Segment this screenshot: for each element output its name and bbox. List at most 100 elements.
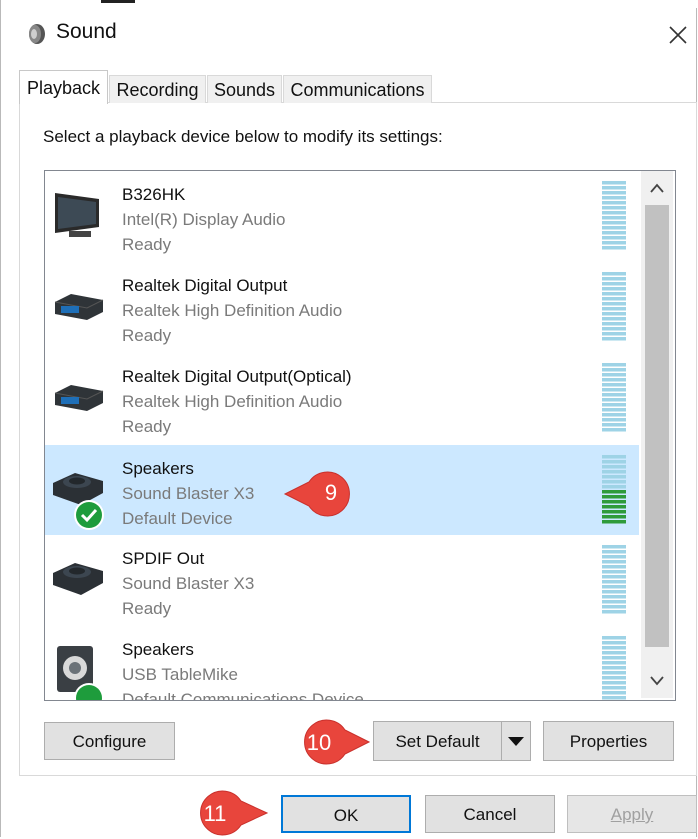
device-status: Default Device [122,509,233,528]
meter-segment [602,666,626,670]
meter-segment [602,292,626,296]
device-status: Ready [122,599,172,618]
meter-segment [602,403,626,407]
meter-segment [602,191,626,195]
scroll-down-icon[interactable] [641,666,673,696]
meter-segment [602,337,626,341]
tab-communications[interactable]: Communications [283,75,432,103]
meter-segment [602,408,626,412]
meter-segment [602,332,626,336]
meter-segment [602,485,626,489]
device-name: Speakers [122,640,194,659]
meter-segment [602,681,626,685]
meter-segment [602,423,626,427]
digital-output-icon [54,294,104,320]
meter-segment [602,565,626,569]
meter-segment [602,671,626,675]
meter-segment [602,590,626,594]
device-item-realtek-digital-output[interactable]: Realtek Digital Output Realtek High Defi… [45,262,639,352]
device-name: Speakers [122,459,194,478]
meter-segment [602,686,626,690]
meter-segment [602,277,626,281]
window-title: Sound [56,20,117,43]
meter-segment [602,636,626,640]
meter-segment [602,460,626,464]
meter-segment [602,282,626,286]
scroll-thumb[interactable] [645,205,669,647]
callout-10-label: 10 [306,730,332,755]
meter-segment [602,231,626,235]
meter-segment [602,196,626,200]
optical-output-icon [54,385,104,411]
meter-segment [602,646,626,650]
device-driver: Sound Blaster X3 [122,484,255,503]
set-default-button[interactable]: Set Default [373,721,502,761]
meter-segment [602,475,626,479]
device-status: Ready [122,417,172,436]
meter-segment [602,368,626,372]
device-status: Ready [122,235,172,254]
instruction-text: Select a playback device below to modify… [43,127,443,146]
meter-segment [602,363,626,367]
meter-segment [602,575,626,579]
device-item-speakers-usb-tablemike[interactable]: Speakers USB TableMike Default Communica… [45,626,639,700]
set-default-dropdown[interactable] [501,721,531,761]
meter-segment [602,495,626,499]
meter-segment [602,515,626,519]
volume-meter [602,272,626,341]
meter-segment [602,327,626,331]
taskbar-fragment [101,0,135,3]
apply-button[interactable]: Apply [567,795,697,833]
title-bar: Sound [1,8,698,60]
meter-segment [602,500,626,504]
meter-segment [602,560,626,564]
meter-segment [602,610,626,614]
sound-dialog: Sound Playback Recording Sounds Communic… [0,0,698,837]
meter-segment [602,480,626,484]
speaker-title-icon [29,24,45,44]
meter-segment [602,691,626,695]
volume-meter [602,363,626,432]
device-list: B326HK Intel(R) Display Audio Ready Real… [44,170,676,701]
device-item-spdif-out[interactable]: SPDIF Out Sound Blaster X3 Ready [45,535,639,625]
tab-playback[interactable]: Playback [19,70,108,104]
device-item-b326hk[interactable]: B326HK Intel(R) Display Audio Ready [45,171,639,261]
meter-segment [602,465,626,469]
spdif-icon [53,563,103,595]
device-item-realtek-optical[interactable]: Realtek Digital Output(Optical) Realtek … [45,353,639,443]
meter-segment [602,490,626,494]
meter-segment [602,241,626,245]
meter-segment [602,393,626,397]
default-check-icon [74,500,104,530]
device-name: SPDIF Out [122,549,205,568]
device-driver: USB TableMike [122,665,238,684]
properties-button[interactable]: Properties [543,721,674,761]
meter-segment [602,545,626,549]
scroll-up-icon[interactable] [641,173,673,203]
device-status: Ready [122,326,172,345]
tab-recording[interactable]: Recording [109,75,206,103]
meter-segment [602,600,626,604]
device-name: Realtek Digital Output(Optical) [122,367,352,386]
meter-segment [602,605,626,609]
ok-button[interactable]: OK [281,795,411,833]
meter-segment [602,302,626,306]
tab-sounds[interactable]: Sounds [207,75,282,103]
meter-segment [602,661,626,665]
close-icon[interactable] [661,18,695,52]
device-list-scrollbar[interactable] [641,171,673,698]
monitor-icon [55,193,99,237]
device-driver: Sound Blaster X3 [122,574,255,593]
meter-segment [602,656,626,660]
meter-segment [602,696,626,700]
meter-segment [602,676,626,680]
meter-segment [602,378,626,382]
configure-button[interactable]: Configure [44,722,175,760]
meter-segment [602,383,626,387]
meter-segment [602,555,626,559]
top-strip [1,0,698,8]
meter-segment [602,307,626,311]
meter-segment [602,186,626,190]
meter-segment [602,418,626,422]
cancel-button[interactable]: Cancel [425,795,555,833]
